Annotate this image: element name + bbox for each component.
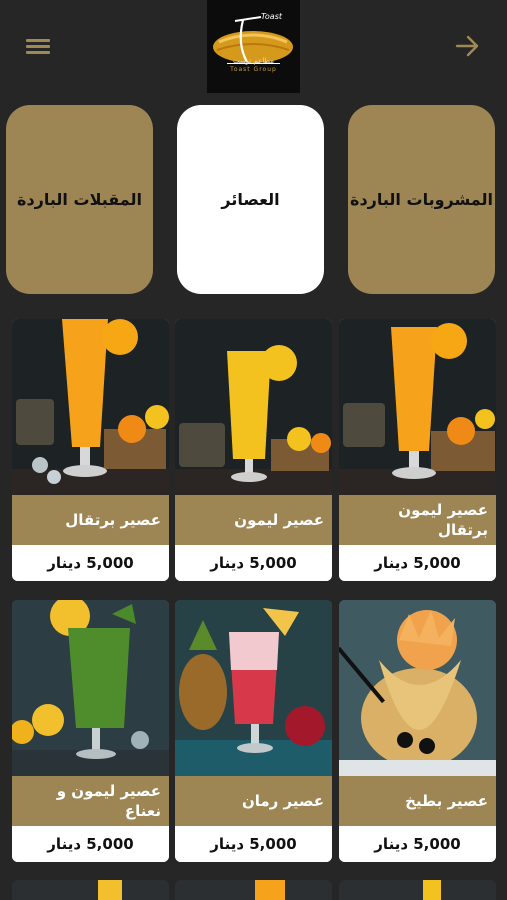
product-price: 5,000 دينار bbox=[374, 835, 461, 853]
product-price: 5,000 دينار bbox=[374, 554, 461, 572]
category-label: العصائر bbox=[221, 190, 280, 209]
logo-group-text: Toast Group bbox=[230, 66, 277, 73]
product-name-band: عصير بطيخ bbox=[339, 776, 496, 826]
toast-logo-graphic bbox=[213, 16, 293, 64]
product-name-band: عصير ليمون برتقال bbox=[339, 495, 496, 545]
product-price-row: 5,000 دينار bbox=[339, 826, 496, 862]
product-photo bbox=[339, 600, 496, 776]
product-card-partial[interactable] bbox=[175, 880, 332, 900]
product-price-row: 5,000 دينار bbox=[175, 545, 332, 581]
logo-arabic-text: مطاعم توست bbox=[233, 57, 274, 65]
product-price: 5,000 دينار bbox=[47, 554, 134, 572]
product-price-row: 5,000 دينار bbox=[339, 545, 496, 581]
category-tab-juices[interactable]: العصائر bbox=[177, 105, 324, 294]
product-price: 5,000 دينار bbox=[210, 554, 297, 572]
product-card[interactable]: عصير ليمون 5,000 دينار bbox=[175, 319, 332, 581]
product-card[interactable]: عصير بطيخ 5,000 دينار bbox=[339, 600, 496, 862]
product-photo bbox=[12, 319, 169, 495]
product-name-band: عصير ليمون و نعناع bbox=[12, 776, 169, 826]
product-price-row: 5,000 دينار bbox=[12, 826, 169, 862]
product-card[interactable]: عصير ليمون برتقال 5,000 دينار bbox=[339, 319, 496, 581]
product-card[interactable]: عصير برتقال 5,000 دينار bbox=[12, 319, 169, 581]
product-price: 5,000 دينار bbox=[210, 835, 297, 853]
product-name: عصير ليمون و نعناع bbox=[56, 782, 161, 820]
top-bar: Toast مطاعم توست Toast Group bbox=[0, 0, 507, 100]
arrow-right-icon[interactable] bbox=[453, 32, 481, 60]
product-photo bbox=[175, 319, 332, 495]
logo-word: Toast bbox=[261, 12, 282, 21]
product-card-partial[interactable] bbox=[339, 880, 496, 900]
product-price: 5,000 دينار bbox=[47, 835, 134, 853]
product-name: عصير رمان bbox=[241, 792, 324, 810]
product-photo bbox=[175, 600, 332, 776]
product-price-row: 5,000 دينار bbox=[12, 545, 169, 581]
category-label: المقبلات الباردة bbox=[17, 190, 142, 209]
category-label: المشروبات الباردة bbox=[350, 190, 493, 209]
product-name: عصير برتقال bbox=[65, 511, 161, 529]
product-photo bbox=[339, 319, 496, 495]
product-card-partial[interactable] bbox=[12, 880, 169, 900]
category-tab-cold-drinks[interactable]: المشروبات الباردة bbox=[348, 105, 495, 294]
product-price-row: 5,000 دينار bbox=[175, 826, 332, 862]
product-card[interactable]: عصير رمان 5,000 دينار bbox=[175, 600, 332, 862]
product-name: عصير بطيخ bbox=[405, 792, 488, 810]
hamburger-menu-icon[interactable] bbox=[26, 36, 54, 60]
product-name-band: عصير رمان bbox=[175, 776, 332, 826]
product-card[interactable]: عصير ليمون و نعناع 5,000 دينار bbox=[12, 600, 169, 862]
product-photo bbox=[12, 600, 169, 776]
product-name-band: عصير ليمون bbox=[175, 495, 332, 545]
brand-logo: Toast مطاعم توست Toast Group bbox=[207, 0, 300, 93]
category-tab-cold-appetizers[interactable]: المقبلات الباردة bbox=[6, 105, 153, 294]
product-name: عصير ليمون برتقال bbox=[398, 501, 488, 539]
product-name-band: عصير برتقال bbox=[12, 495, 169, 545]
product-name: عصير ليمون bbox=[234, 511, 324, 529]
